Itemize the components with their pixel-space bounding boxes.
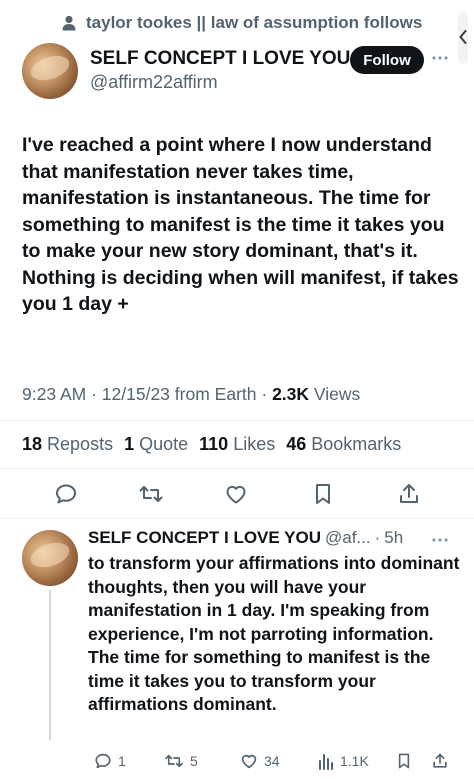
reply-icon — [56, 484, 76, 504]
reply-header: SELF CONCEPT I LOVE YOU @af... · 5h — [88, 528, 403, 548]
stat-label: Quote — [139, 434, 189, 454]
more-options-icon[interactable] — [432, 538, 448, 542]
stat-label: Bookmarks — [311, 434, 402, 454]
likes-stat[interactable]: 110 Likes — [199, 434, 275, 455]
reply-text: to transform your affirmations into domi… — [88, 553, 460, 714]
avatar[interactable] — [22, 43, 78, 99]
reply-share-button[interactable] — [432, 752, 448, 770]
reply-author-name[interactable]: SELF CONCEPT I LOVE YOU — [88, 528, 321, 548]
thread-line — [49, 590, 51, 740]
reply-repost-button[interactable]: 5 — [164, 752, 198, 770]
repost-button[interactable] — [138, 482, 164, 506]
scrollbar[interactable] — [458, 12, 468, 64]
views-label: Views — [313, 384, 361, 404]
social-context[interactable]: taylor tookes || law of assumption follo… — [62, 10, 422, 36]
separator-dot: · — [91, 384, 102, 404]
tweet-detail-screen: taylor tookes || law of assumption follo… — [0, 0, 474, 779]
reply-count: 1 — [118, 753, 126, 769]
like-button[interactable] — [224, 482, 248, 506]
stat-count: 1 — [124, 434, 135, 454]
reply-bookmark-button[interactable] — [396, 752, 412, 770]
stat-count: 46 — [286, 434, 307, 454]
stat-count: 110 — [199, 434, 229, 454]
reply-avatar[interactable] — [22, 530, 78, 586]
stat-count: 18 — [22, 434, 43, 454]
repost-count: 5 — [190, 753, 198, 769]
bookmark-icon — [316, 484, 330, 504]
like-count: 34 — [264, 753, 280, 769]
reply-button[interactable] — [54, 482, 78, 506]
bookmark-button[interactable] — [312, 482, 334, 506]
tweet-meta: 9:23 AM · 12/15/23 from Earth · 2.3K Vie… — [22, 384, 360, 405]
reply-action-bar: 1 5 34 1.1K — [0, 752, 474, 774]
reply-icon — [95, 753, 111, 769]
bookmarks-stat[interactable]: 46 Bookmarks — [286, 434, 401, 455]
share-button[interactable] — [398, 482, 420, 506]
views-count: 1.1K — [340, 753, 369, 769]
author-name[interactable]: SELF CONCEPT I LOVE YOU — [90, 48, 350, 70]
reply-author-handle[interactable]: @af... — [325, 528, 371, 548]
tweet-action-bar — [0, 482, 474, 508]
divider — [0, 518, 474, 519]
heart-icon — [226, 485, 246, 504]
views-count: 2.3K — [272, 384, 310, 404]
reply-time[interactable]: 5h — [384, 528, 403, 548]
reply-views-button[interactable]: 1.1K — [318, 752, 369, 770]
tweet-source: from Earth — [174, 384, 257, 404]
reply-reply-button[interactable]: 1 — [94, 752, 126, 770]
quotes-stat[interactable]: 1 Quote — [124, 434, 188, 455]
divider — [0, 420, 474, 421]
more-options-icon[interactable] — [432, 56, 448, 60]
bookmark-icon — [398, 753, 410, 769]
divider — [0, 468, 474, 469]
chevron-left-icon — [459, 30, 467, 44]
follow-button[interactable]: Follow — [350, 46, 424, 74]
tweet-time[interactable]: 9:23 AM — [22, 384, 86, 404]
share-icon — [433, 753, 447, 768]
tweet-text: I've reached a point where I now underst… — [22, 134, 459, 315]
tweet-date[interactable]: 12/15/23 — [102, 384, 170, 404]
separator-dot: · — [261, 384, 273, 404]
author-handle[interactable]: @affirm22affirm — [90, 72, 218, 93]
social-context-text: taylor tookes || law of assumption follo… — [86, 13, 423, 32]
person-icon — [62, 15, 76, 31]
stat-label: Likes — [233, 434, 276, 454]
share-icon — [400, 484, 418, 503]
repost-icon — [165, 754, 183, 768]
separator-dot: · — [374, 528, 381, 547]
reply-like-button[interactable]: 34 — [240, 752, 280, 770]
stat-label: Reposts — [47, 434, 114, 454]
repost-icon — [139, 486, 163, 502]
heart-icon — [241, 754, 257, 769]
engagement-stats: 18 Reposts 1 Quote 110 Likes 46 Bookmark… — [22, 434, 401, 455]
reposts-stat[interactable]: 18 Reposts — [22, 434, 113, 455]
views-chart-icon — [319, 754, 333, 770]
